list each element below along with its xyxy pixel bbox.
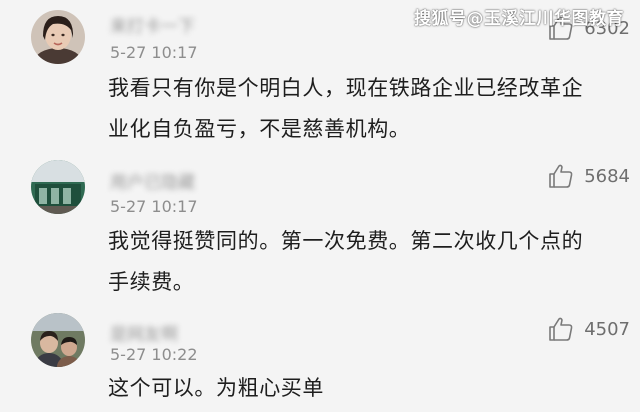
like-count: 4507 bbox=[584, 318, 630, 340]
avatar-image bbox=[31, 313, 85, 367]
comment-item: 是网友啊 5-27 10:22 4507 这个可以。为粗心买单 bbox=[0, 0, 640, 412]
comment-line: 这个可以。为粗心买单 bbox=[108, 376, 324, 400]
username[interactable]: 是网友啊 bbox=[110, 320, 178, 345]
thumbs-up-icon bbox=[549, 317, 573, 341]
comment-text: 这个可以。为粗心买单 bbox=[108, 368, 628, 409]
like-button[interactable]: 4507 bbox=[548, 315, 630, 343]
watermark: 搜狐号@玉溪江川华图教育 bbox=[414, 9, 624, 29]
avatar[interactable] bbox=[31, 313, 85, 367]
timestamp: 5-27 10:22 bbox=[110, 345, 198, 364]
